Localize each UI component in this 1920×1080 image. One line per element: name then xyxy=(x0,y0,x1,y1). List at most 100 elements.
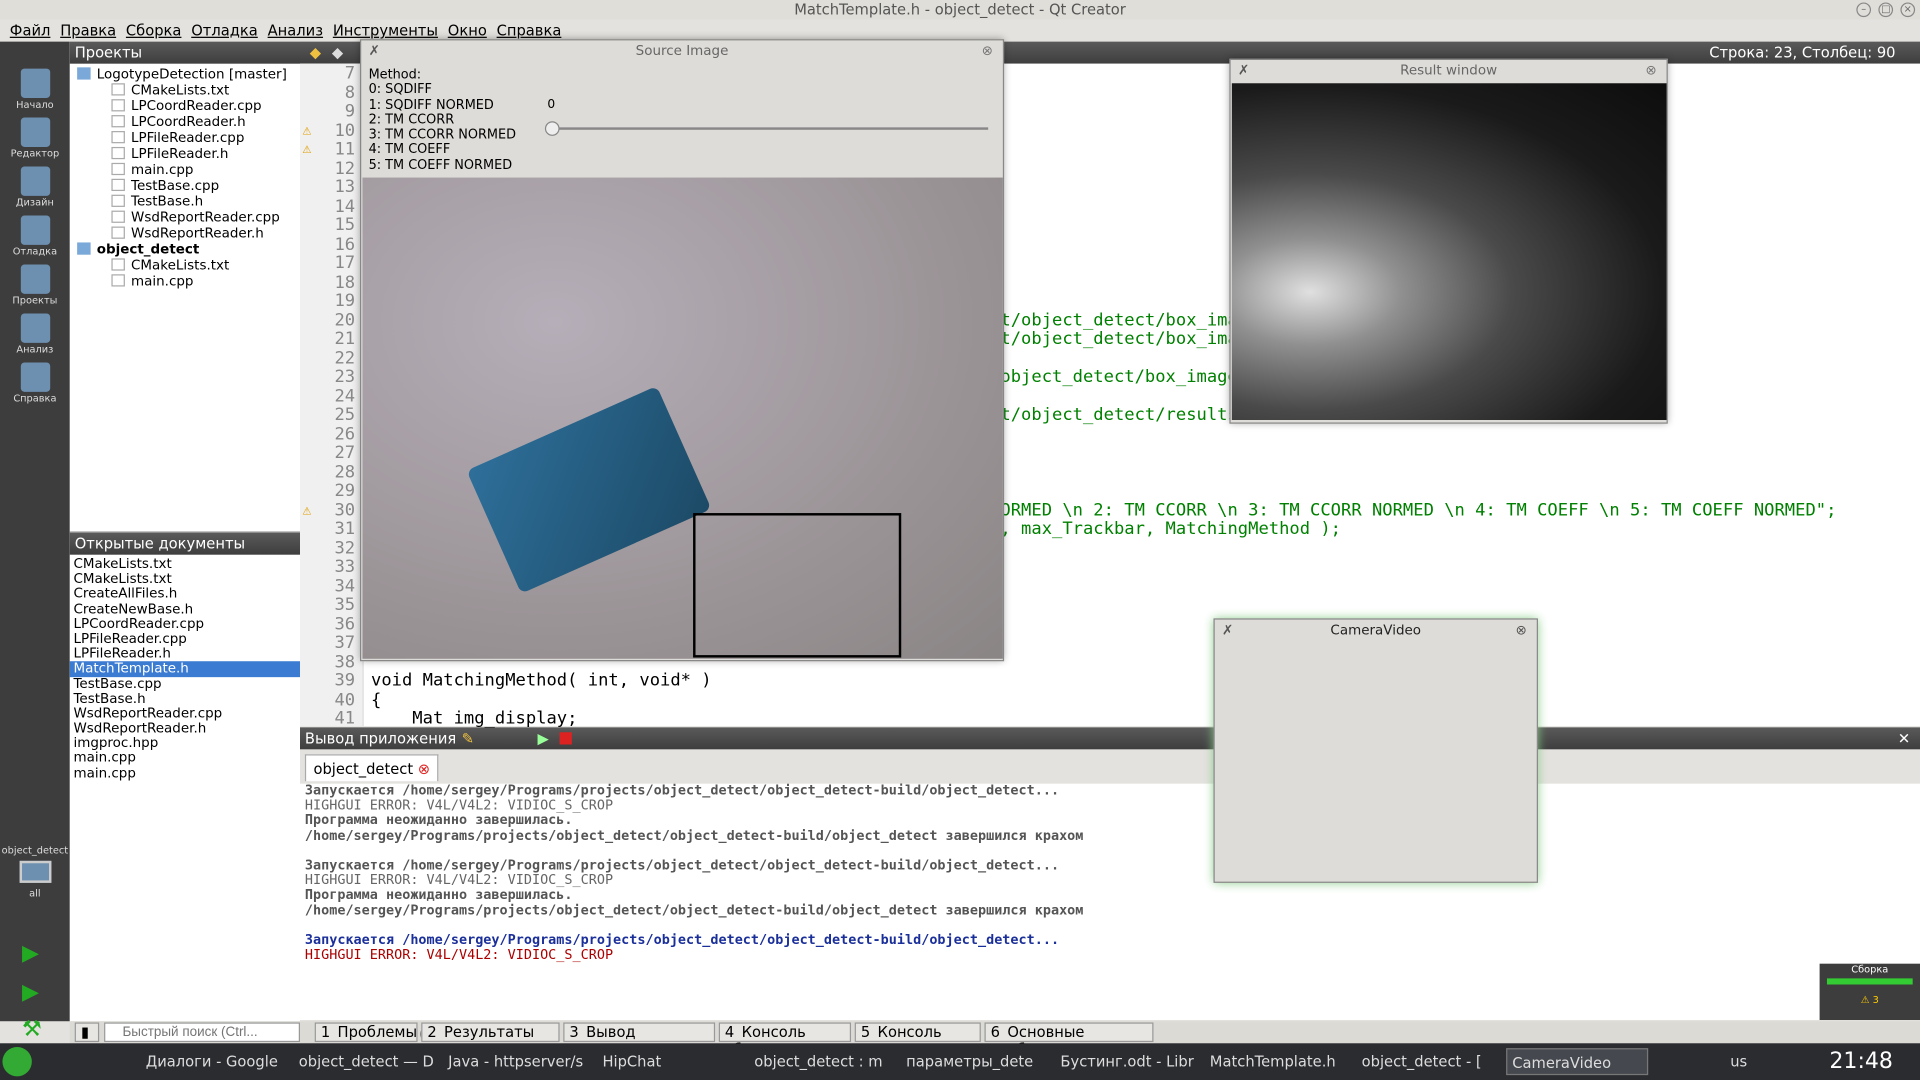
cursor-position[interactable]: Строка: 23, Столбец: 90 xyxy=(1709,42,1895,64)
result-close-icon[interactable]: ⊗ xyxy=(1645,60,1656,82)
taskbar-item[interactable]: Java - httpserver/s xyxy=(443,1048,587,1075)
build-icon[interactable]: ⚒ xyxy=(22,1016,42,1042)
rerun-icon[interactable]: ▶ xyxy=(538,727,549,749)
tree-item[interactable]: LogotypeDetection [master] xyxy=(70,66,300,82)
menu-item-1[interactable]: Правка xyxy=(60,22,116,39)
quick-search-input[interactable] xyxy=(104,1022,301,1043)
status-tab[interactable]: 2Результаты поиска xyxy=(421,1022,560,1058)
keyboard-layout[interactable]: us xyxy=(1730,1043,1747,1080)
taskbar-item[interactable]: CameraVideo xyxy=(1506,1048,1649,1076)
mode-1[interactable]: Редактор xyxy=(0,113,70,162)
open-doc-item[interactable]: LPFileReader.cpp xyxy=(70,631,300,647)
camera-titlebar[interactable]: CameraVideo ✗ ⊗ xyxy=(1215,620,1537,642)
tree-item[interactable]: LPCoordReader.h xyxy=(70,114,300,130)
trackbar-handle[interactable] xyxy=(544,121,560,136)
clear-output-icon[interactable]: ✎ xyxy=(462,727,474,749)
open-doc-item[interactable]: LPFileReader.h xyxy=(70,646,300,662)
stop-icon[interactable] xyxy=(559,732,572,745)
camera-close-icon[interactable]: ⊗ xyxy=(1516,620,1527,642)
open-doc-item[interactable]: TestBase.cpp xyxy=(70,676,300,692)
mode-3[interactable]: Отладка xyxy=(0,211,70,260)
result-window[interactable]: Result window ✗ ⊗ xyxy=(1229,58,1668,424)
open-doc-item[interactable]: main.cpp xyxy=(70,750,300,766)
nav-back-icon[interactable]: ◆ xyxy=(310,42,321,64)
tree-item[interactable]: WsdReportReader.cpp xyxy=(70,209,300,225)
open-docs-title[interactable]: Открытые документы xyxy=(75,535,245,552)
close-button[interactable]: × xyxy=(1900,2,1916,18)
camera-video-window[interactable]: CameraVideo ✗ ⊗ xyxy=(1213,618,1538,883)
menu-item-5[interactable]: Инструменты xyxy=(333,22,438,39)
menu-item-0[interactable]: Файл xyxy=(10,22,51,39)
result-menu-icon[interactable]: ✗ xyxy=(1238,60,1249,82)
method-trackbar[interactable] xyxy=(544,121,989,136)
tree-item[interactable]: LPFileReader.cpp xyxy=(70,130,300,146)
toggle-sidebar-icon[interactable]: ▮ xyxy=(74,1022,100,1043)
tree-item[interactable]: main.cpp xyxy=(70,162,300,178)
tree-item-label: CMakeLists.txt xyxy=(131,82,230,98)
run-icon[interactable]: ▶ xyxy=(22,940,39,966)
open-doc-item[interactable]: LPCoordReader.cpp xyxy=(70,616,300,632)
open-doc-item[interactable]: main.cpp xyxy=(70,765,300,781)
open-doc-item[interactable]: MatchTemplate.h xyxy=(69,661,301,677)
menu-item-6[interactable]: Окно xyxy=(448,22,487,39)
projects-panel-title[interactable]: Проекты xyxy=(75,44,142,61)
build-indicator[interactable]: Сборка ⚠ 3 xyxy=(1819,963,1920,1021)
tree-item[interactable]: TestBase.cpp xyxy=(70,178,300,193)
taskbar-item[interactable]: object_detect — D xyxy=(294,1048,438,1075)
debug-run-icon[interactable]: ▶ xyxy=(22,980,39,1006)
mode-5[interactable]: Анализ xyxy=(0,309,70,358)
kit-selector[interactable]: object_detect all xyxy=(0,845,70,899)
taskbar-item[interactable]: object_detect - [ xyxy=(1357,1048,1501,1075)
tree-item[interactable]: CMakeLists.txt xyxy=(70,82,300,98)
taskbar-item[interactable]: HipChat xyxy=(598,1048,742,1075)
tree-item[interactable]: main.cpp xyxy=(70,273,300,289)
taskbar-item[interactable]: параметры_dete xyxy=(901,1048,1045,1075)
clock[interactable]: 21:48 xyxy=(1829,1043,1893,1080)
status-tab[interactable]: 4Консоль сборки xyxy=(718,1022,852,1058)
status-tab[interactable]: 5Консоль QML/JS xyxy=(854,1022,981,1058)
tree-item[interactable]: TestBase.h xyxy=(70,193,300,209)
menu-item-2[interactable]: Сборка xyxy=(126,22,182,39)
tree-item[interactable]: LPFileReader.h xyxy=(70,146,300,162)
minimize-button[interactable]: – xyxy=(1856,2,1872,18)
open-doc-item[interactable]: imgproc.hpp xyxy=(70,736,300,751)
source-image-titlebar[interactable]: Source Image ✗ ⊗ xyxy=(361,40,1003,62)
close-output-icon[interactable]: ✕ xyxy=(1898,727,1910,749)
tree-item[interactable]: LPCoordReader.cpp xyxy=(70,98,300,114)
open-doc-item[interactable]: CreateNewBase.h xyxy=(70,601,300,617)
menu-item-4[interactable]: Анализ xyxy=(268,22,323,39)
taskbar-item[interactable]: MatchTemplate.h xyxy=(1205,1048,1349,1075)
window-menu-icon[interactable]: ✗ xyxy=(369,40,380,62)
source-close-icon[interactable]: ⊗ xyxy=(982,40,993,62)
open-doc-item[interactable]: WsdReportReader.cpp xyxy=(70,706,300,721)
menu-item-3[interactable]: Отладка xyxy=(191,22,258,39)
taskbar-item[interactable]: Диалоги - Google xyxy=(141,1048,285,1075)
menu-item-7[interactable]: Справка xyxy=(497,22,562,39)
status-tab[interactable]: 3Вывод приложения xyxy=(563,1022,716,1058)
taskbar-item[interactable]: object_detect : m xyxy=(749,1048,893,1075)
taskbar-item[interactable]: Бустинг.odt - Libr xyxy=(1056,1048,1200,1075)
tree-item[interactable]: object_detect xyxy=(70,241,300,257)
open-doc-item[interactable]: WsdReportReader.h xyxy=(70,721,300,736)
mode-2[interactable]: Дизайн xyxy=(0,162,70,211)
source-image-window[interactable]: Source Image ✗ ⊗ Method: 0: SQDIFF 1: SQD… xyxy=(360,39,1005,662)
status-tab[interactable]: 1Проблемы5 xyxy=(314,1022,435,1043)
open-doc-item[interactable]: TestBase.h xyxy=(70,691,300,706)
mode-4[interactable]: Проекты xyxy=(0,260,70,309)
open-doc-item[interactable]: CMakeLists.txt xyxy=(70,571,300,587)
output-tab[interactable]: object_detect ⊗ xyxy=(304,754,439,782)
result-titlebar[interactable]: Result window ✗ ⊗ xyxy=(1231,60,1667,82)
nav-forward-icon[interactable]: ◆ xyxy=(332,42,343,64)
camera-menu-icon[interactable]: ✗ xyxy=(1222,620,1233,642)
mode-0[interactable]: Начало xyxy=(0,64,70,113)
output-console[interactable]: Запускается /home/sergey/Programs/projec… xyxy=(300,783,1920,1021)
close-tab-icon[interactable]: ⊗ xyxy=(418,760,430,777)
open-doc-item[interactable]: CMakeLists.txt xyxy=(70,556,300,572)
tree-item[interactable]: WsdReportReader.h xyxy=(70,225,300,241)
maximize-button[interactable]: □ xyxy=(1878,2,1894,18)
mode-6[interactable]: Справка xyxy=(0,358,70,407)
tree-item[interactable]: CMakeLists.txt xyxy=(70,257,300,273)
start-menu-icon[interactable] xyxy=(2,1046,32,1077)
status-tab[interactable]: 6Основные сообщения xyxy=(984,1022,1154,1058)
open-doc-item[interactable]: CreateAllFiles.h xyxy=(70,586,300,602)
